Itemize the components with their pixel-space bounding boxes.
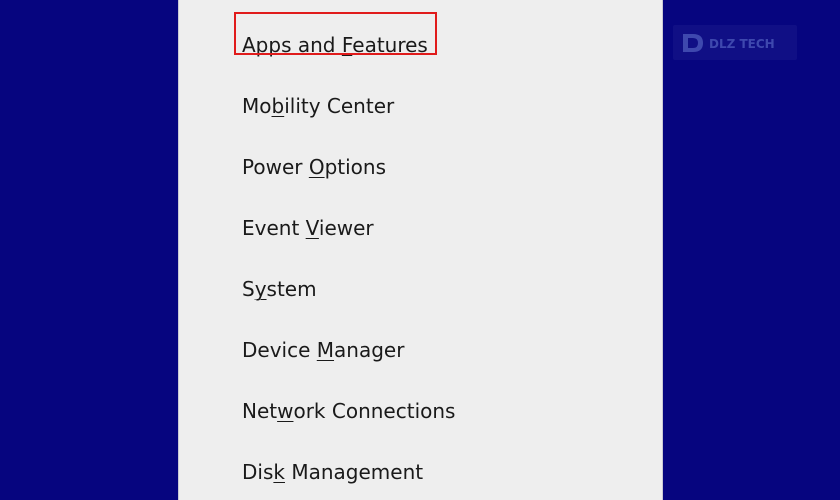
- menu-item-network-connections[interactable]: Network Connections: [179, 381, 662, 442]
- menu-item-event-viewer[interactable]: Event Viewer: [179, 198, 662, 259]
- menu-item-power-options[interactable]: Power Options: [179, 137, 662, 198]
- menu-item-label-after: Management: [284, 460, 424, 484]
- menu-item-label-after: ork Connections: [293, 399, 456, 423]
- menu-item-label-after: ptions: [324, 155, 387, 179]
- menu-item-system[interactable]: System: [179, 259, 662, 320]
- watermark-text: DLZ TECH: [709, 37, 775, 51]
- menu-item-access-key: w: [277, 399, 294, 423]
- menu-item-disk-management[interactable]: Disk Management: [179, 442, 662, 500]
- menu-item-label-before: Power: [242, 155, 309, 179]
- menu-item-label-after: eatures: [352, 33, 428, 57]
- menu-item-label-before: Dis: [242, 460, 274, 484]
- menu-item-access-key: F: [341, 33, 353, 57]
- menu-item-label-before: Apps and: [242, 33, 342, 57]
- dlz-logo-icon: DLZ TECH: [683, 33, 775, 52]
- menu-item-mobility-center[interactable]: Mobility Center: [179, 76, 662, 137]
- menu-item-access-key: M: [316, 338, 335, 362]
- menu-item-label-before: S: [242, 277, 255, 301]
- menu-item-access-key: y: [254, 277, 267, 301]
- menu-item-device-manager[interactable]: Device Manager: [179, 320, 662, 381]
- menu-item-label-after: stem: [266, 277, 317, 301]
- context-menu-panel: Apps and Features Mobility Center Power …: [178, 0, 663, 500]
- menu-item-label-before: Mo: [242, 94, 272, 118]
- menu-item-apps-and-features[interactable]: Apps and Features: [179, 15, 662, 76]
- menu-item-label-before: Device: [242, 338, 317, 362]
- menu-item-label-before: Event: [242, 216, 306, 240]
- menu-item-label-after: ility Center: [284, 94, 395, 118]
- menu-item-access-key: b: [271, 94, 285, 118]
- menu-item-access-key: k: [273, 460, 285, 484]
- menu-item-access-key: V: [305, 216, 319, 240]
- menu-item-label-before: Net: [242, 399, 278, 423]
- menu-item-label-after: iewer: [318, 216, 374, 240]
- menu-item-access-key: O: [308, 155, 325, 179]
- watermark-logo: DLZ TECH: [673, 25, 797, 60]
- menu-item-label-after: anager: [334, 338, 405, 362]
- context-menu-list: Apps and Features Mobility Center Power …: [179, 15, 662, 500]
